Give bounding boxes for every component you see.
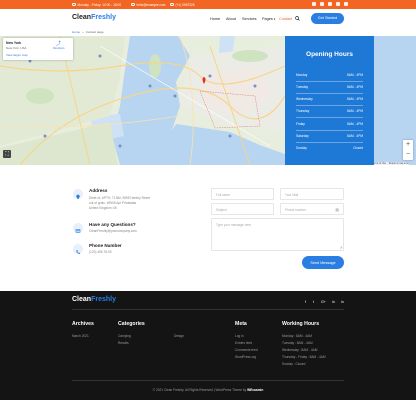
meta-link[interactable]: Log in (235, 334, 244, 338)
nav-contact[interactable]: Contact (279, 17, 292, 21)
working-hours-line: Sunday : Closed (282, 362, 306, 366)
topbar-email[interactable]: hello@example.com (131, 3, 165, 7)
working-hours-line: Monday : 8AM - 4AM (282, 334, 312, 338)
category-link[interactable]: Camping (118, 334, 131, 338)
chevron-down-icon: ▾ (273, 17, 276, 21)
send-message-button[interactable]: Send Message (302, 256, 344, 269)
resize-handle-icon[interactable]: ◢ (340, 245, 342, 249)
nav-about[interactable]: About (226, 17, 236, 21)
instagram-icon[interactable] (320, 2, 324, 6)
hours-row: Saturday 8AM - 4PM (296, 134, 363, 138)
address-line: United Kingdom UK (89, 206, 117, 210)
zoom-out-button[interactable]: − (403, 150, 413, 160)
map-zoom-controls: + − (403, 140, 413, 160)
topbar-hours: Monday - Friday: 10:00 - 18:00 (72, 3, 121, 7)
site-header: CleanFreshly (0, 9, 416, 31)
opening-hours-panel: Opening Hours Monday 8AM - 4PM Tuesday 8AM… (285, 36, 374, 165)
mail-icon (131, 2, 135, 7)
map-footer: Terms of Use Report a map error (372, 162, 409, 165)
phone-input[interactable]: Phone number ▦ (280, 203, 344, 215)
breadcrumb: Home» Contact page (72, 30, 104, 34)
vimeo-icon[interactable] (336, 2, 340, 6)
working-hours-title: Working Hours (282, 321, 320, 327)
site-logo[interactable]: CleanFreshly (72, 14, 116, 21)
phone-value[interactable]: (123) 456 78-90 (89, 250, 112, 255)
top-bar: Monday - Friday: 10:00 - 18:00 hello@exa… (0, 0, 416, 9)
category-link[interactable]: Results (118, 341, 129, 345)
breadcrumb-home[interactable]: Home (72, 30, 80, 34)
zoom-in-button[interactable]: + (403, 140, 413, 150)
nav-home[interactable]: Home (210, 17, 220, 21)
archives-title: Archives (72, 321, 94, 327)
meta-link[interactable]: Comments feed (235, 348, 258, 352)
phone-icon (170, 2, 174, 7)
facebook-icon[interactable] (312, 2, 316, 6)
meta-link[interactable]: Entries feed (235, 341, 252, 345)
footer-logo[interactable]: CleanFreshly (72, 296, 116, 303)
hours-row: Monday 8AM - 4PM (296, 73, 363, 77)
hours-row: Sunday Closed (296, 146, 363, 150)
archive-link[interactable]: March 2021 (72, 334, 89, 338)
categories-title: Categories (118, 321, 145, 327)
view-larger-map-link[interactable]: View larger map (6, 53, 28, 57)
hours-row: Friday 8AM - 4PM (296, 122, 363, 126)
email-input[interactable]: Your Mail (280, 188, 344, 200)
get-started-button[interactable]: Get Started (311, 12, 344, 24)
working-hours-line: Tuesday : 8AM - 4AM (282, 341, 313, 345)
message-textarea[interactable]: Type your message here ◢ (211, 218, 344, 251)
copyright: © 2021 Clean Freshly. All Rights Reserve… (152, 388, 264, 392)
directions-icon[interactable]: ⤴ (56, 40, 61, 47)
location-pin-icon (73, 189, 83, 200)
topbar-phone[interactable]: (+1) 0987325 (170, 3, 195, 7)
hours-row: Tuesday 8AM - 4PM (296, 85, 363, 89)
meta-link[interactable]: WordPress.org (235, 355, 256, 359)
address-title: Address (89, 188, 108, 193)
map-info-card: New York New York, USA View larger map ⤴… (3, 38, 73, 60)
subject-input[interactable]: Subject (211, 203, 274, 215)
full-name-input[interactable]: Full name (211, 188, 274, 200)
terms-link[interactable]: Terms of Use (372, 162, 386, 165)
pinterest-icon[interactable] (344, 2, 348, 6)
report-map-error-link[interactable]: Report a map error (389, 162, 409, 165)
site-footer: CleanFreshly f t G+ in in Archives March… (0, 291, 416, 400)
nav-pages[interactable]: Pages▾ (262, 17, 275, 21)
twitter-icon[interactable] (328, 2, 332, 6)
questions-title: Have any Questions? (89, 222, 136, 227)
hours-row: Thursday 8AM - 4PM (296, 109, 363, 113)
fullscreen-icon[interactable]: ⛶ (3, 150, 11, 158)
working-hours-line: Thursday - Friday : 8AM - 4AM (282, 355, 326, 359)
nav-services[interactable]: Services (242, 17, 257, 21)
breadcrumb-current: Contact page (85, 30, 104, 34)
category-link[interactable]: Design (174, 334, 184, 338)
clock-icon (72, 2, 76, 7)
calendar-icon: ▦ (335, 207, 339, 212)
working-hours-line: Wednesday : 8AM - 4AM (282, 348, 318, 352)
questions-email[interactable]: CleanFreshly@yourcompany.com (89, 229, 137, 234)
phone-icon (73, 244, 83, 254)
hours-row: Wednesday 8AM - 4PM (296, 97, 363, 101)
meta-title: Meta (235, 321, 247, 327)
opening-hours-title: Opening Hours (306, 51, 353, 58)
phone-title: Phone Number (89, 243, 122, 248)
theme-author-link[interactable]: WEcasmin (247, 388, 263, 392)
topbar-socials (312, 2, 348, 6)
search-icon[interactable] (295, 16, 300, 21)
envelope-icon (73, 223, 83, 233)
